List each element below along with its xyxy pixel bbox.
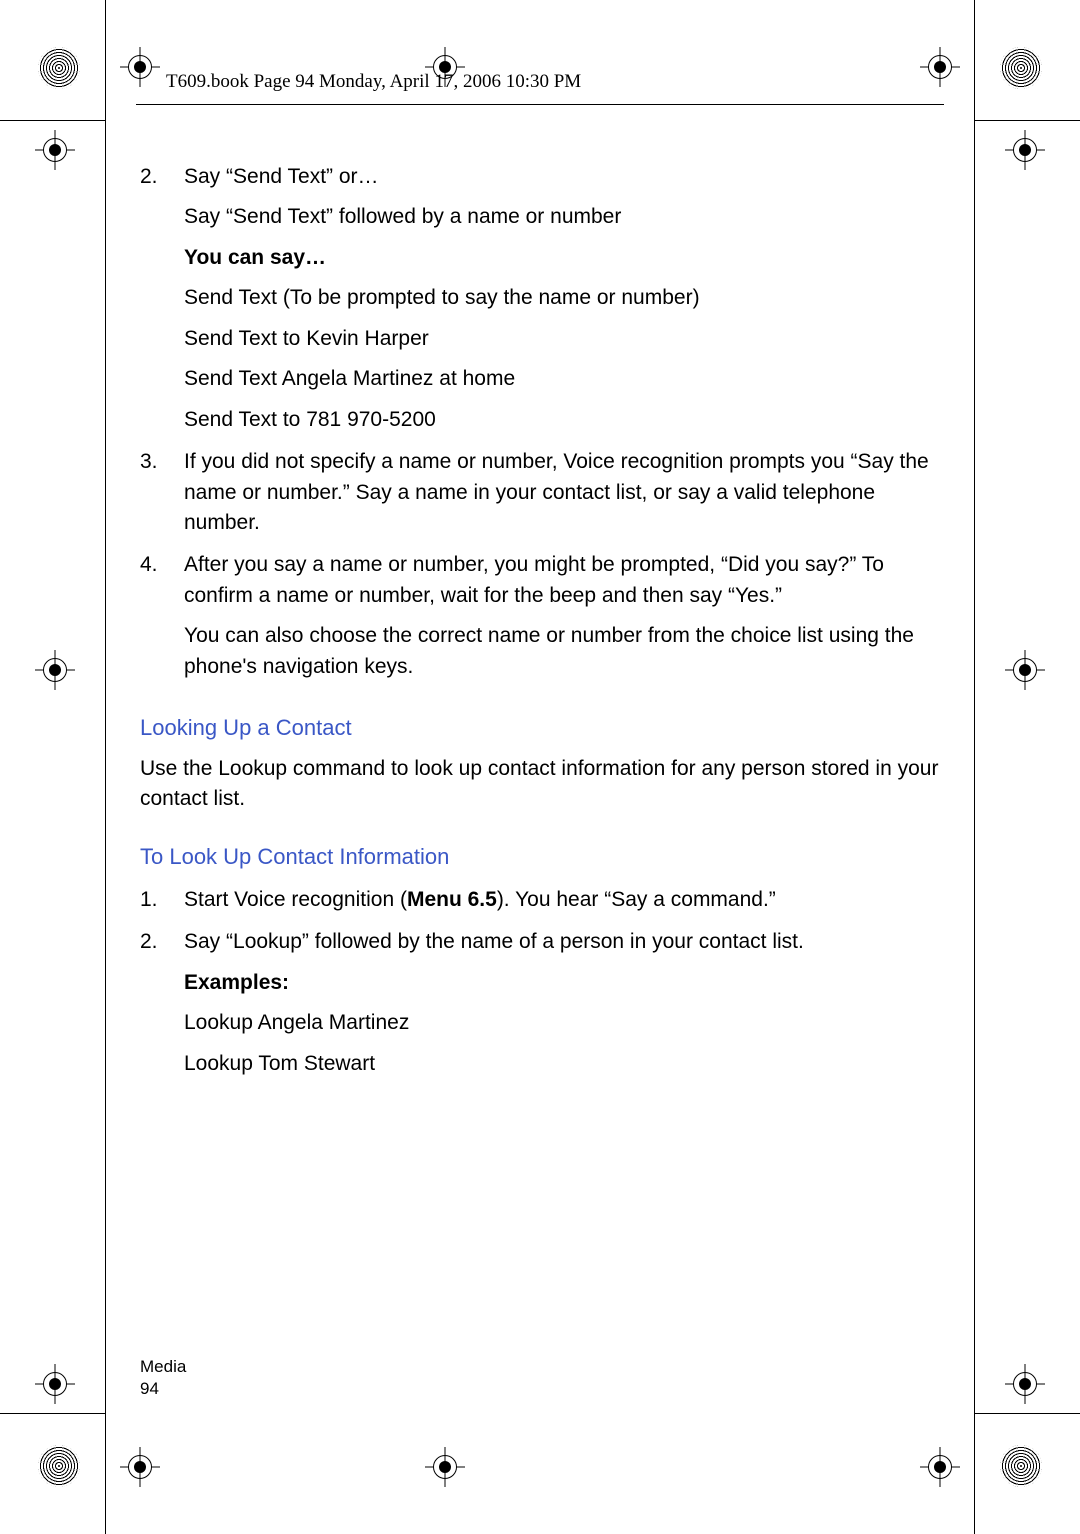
crosshair-icon [425, 1447, 465, 1487]
item-number: 3. [140, 447, 158, 477]
list-item: 3. If you did not specify a name or numb… [140, 447, 940, 538]
crosshair-icon [35, 130, 75, 170]
item-text: After you say a name or number, you migh… [184, 553, 884, 606]
crosshair-icon [35, 1364, 75, 1404]
example-line: Lookup Angela Martinez [184, 1008, 940, 1038]
crop-line [0, 1413, 105, 1414]
you-can-say-label: You can say… [184, 243, 940, 273]
step-post: ). You hear “Say a command.” [497, 888, 776, 911]
item-extra: You can also choose the correct name or … [184, 621, 940, 682]
footer-page-number: 94 [140, 1378, 186, 1400]
item-number: 1. [140, 885, 158, 915]
crop-line [0, 120, 105, 121]
subsection-heading: To Look Up Contact Information [140, 841, 940, 873]
item-text: If you did not specify a name or number,… [184, 450, 929, 534]
page-header: T609.book Page 94 Monday, April 17, 2006… [136, 62, 944, 105]
item-text: Say “Send Text” or… [184, 165, 379, 188]
crosshair-icon [920, 1447, 960, 1487]
list-item: 1. Start Voice recognition (Menu 6.5). Y… [140, 885, 940, 915]
section-body: Use the Lookup command to look up contac… [140, 754, 940, 815]
examples-label: Examples: [184, 968, 940, 998]
page-footer: Media 94 [140, 1356, 186, 1400]
footer-section: Media [140, 1356, 186, 1378]
crop-line [105, 0, 106, 1534]
crop-line [974, 0, 975, 1534]
step-text: Start Voice recognition (Menu 6.5). You … [184, 888, 776, 911]
example-line: Send Text (To be prompted to say the nam… [184, 283, 940, 313]
list-item: 2. Say “Send Text” or… Say “Send Text” f… [140, 162, 940, 435]
crosshair-icon [35, 650, 75, 690]
registration-swirl-icon [38, 47, 80, 89]
example-line: Send Text Angela Martinez at home [184, 364, 940, 394]
crosshair-icon [120, 1447, 160, 1487]
section-heading: Looking Up a Contact [140, 712, 940, 744]
item-number: 4. [140, 550, 158, 580]
crop-line [975, 120, 1080, 121]
example-line: Send Text to Kevin Harper [184, 324, 940, 354]
list-item: 4. After you say a name or number, you m… [140, 550, 940, 682]
crosshair-icon [1005, 130, 1045, 170]
crosshair-icon [1005, 1364, 1045, 1404]
page-body: 2. Say “Send Text” or… Say “Send Text” f… [140, 150, 940, 1091]
page: T609.book Page 94 Monday, April 17, 2006… [0, 0, 1080, 1534]
registration-swirl-icon [1000, 47, 1042, 89]
step-pre: Start Voice recognition ( [184, 888, 407, 911]
crosshair-icon [1005, 650, 1045, 690]
list-item: 2. Say “Lookup” followed by the name of … [140, 927, 940, 1079]
example-line: Lookup Tom Stewart [184, 1049, 940, 1079]
menu-ref: Menu 6.5 [407, 888, 497, 911]
registration-swirl-icon [1000, 1445, 1042, 1487]
item-number: 2. [140, 162, 158, 192]
registration-swirl-icon [38, 1445, 80, 1487]
crop-line [975, 1413, 1080, 1414]
example-line: Send Text to 781 970-5200 [184, 405, 940, 435]
item-number: 2. [140, 927, 158, 957]
step-text: Say “Lookup” followed by the name of a p… [184, 930, 804, 953]
item-extra: Say “Send Text” followed by a name or nu… [184, 202, 940, 232]
